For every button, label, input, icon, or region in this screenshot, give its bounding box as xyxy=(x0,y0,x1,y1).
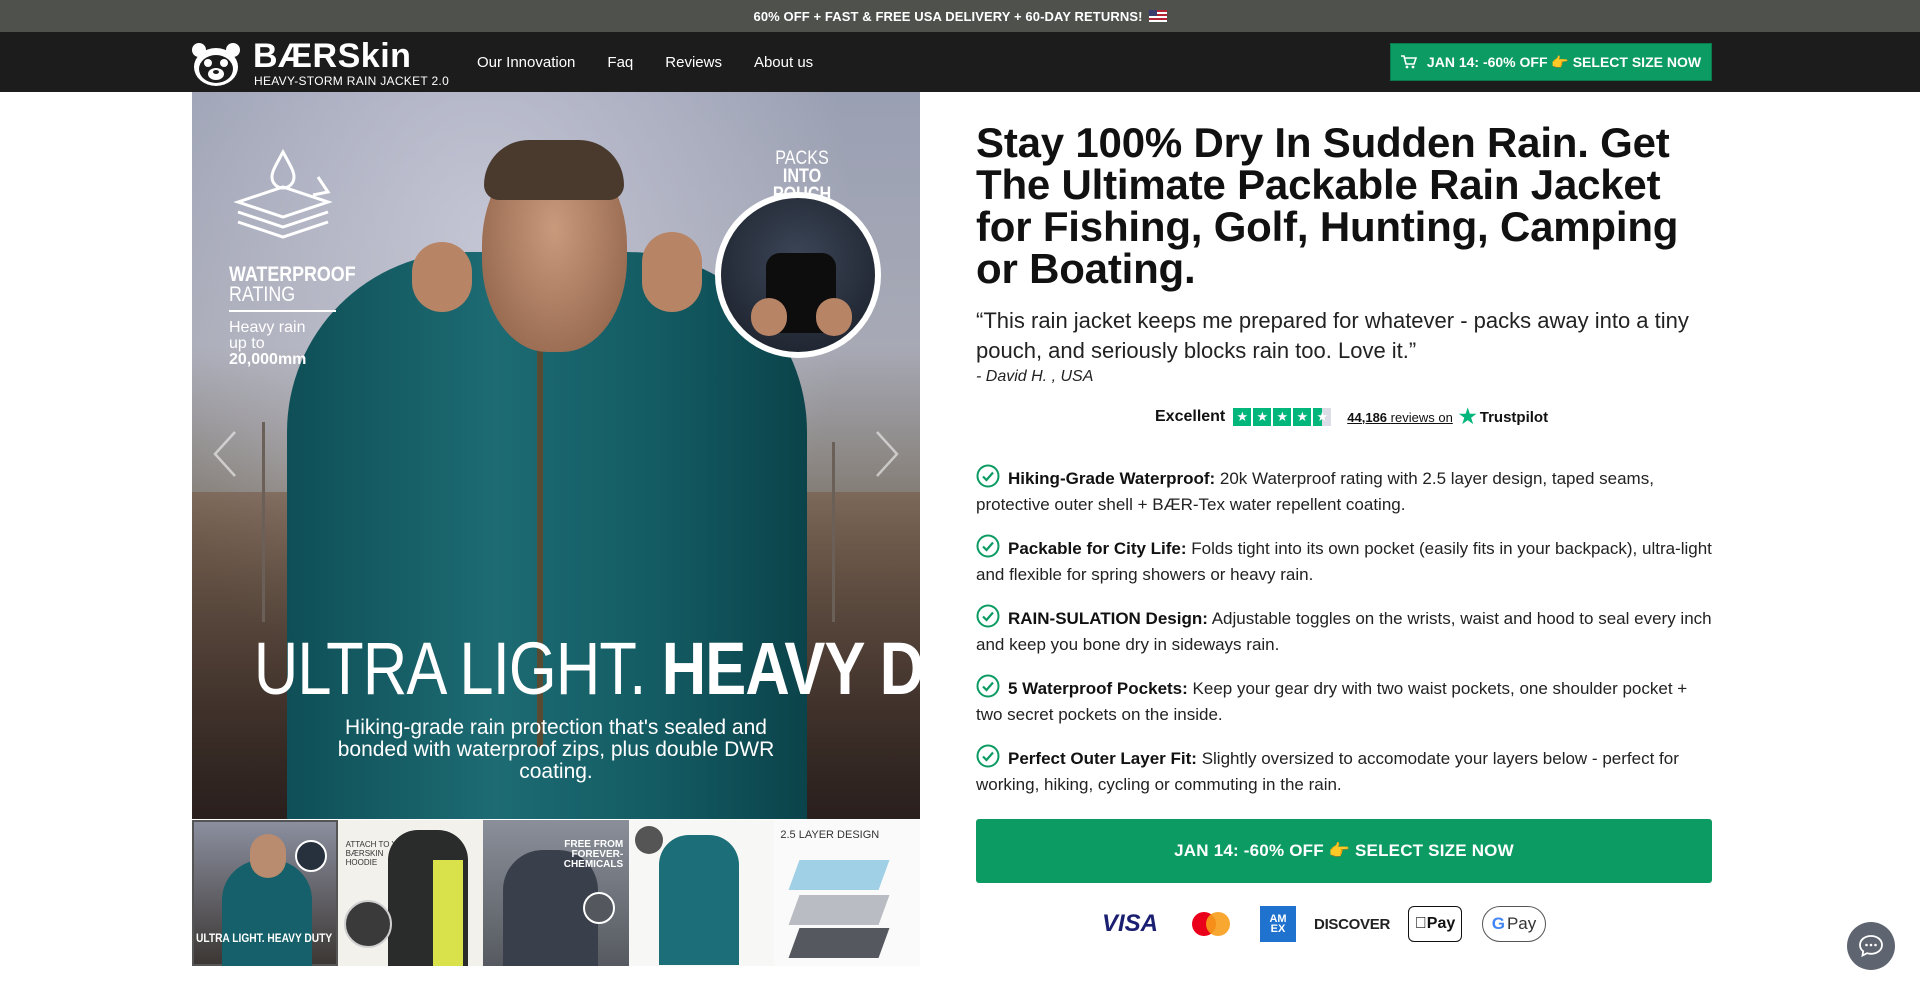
check-circle-icon xyxy=(976,534,1000,558)
chat-icon xyxy=(1859,935,1883,958)
promo-text: 60% OFF + FAST & FREE USA DELIVERY + 60-… xyxy=(753,8,1143,24)
visa-icon: VISA xyxy=(1101,910,1158,937)
quote-author: - David H. , USA xyxy=(976,368,1094,385)
product-main-image: WATERPROOF RATING Heavy rain up to 20,00… xyxy=(192,92,920,819)
navbar: BÆRSkin HEAVY-STORM RAIN JACKET 2.0 Our … xyxy=(0,32,1920,92)
boat-mast xyxy=(262,422,265,622)
trustpilot-stars: ★ ★ ★ ★ ★ xyxy=(1233,408,1332,426)
image-headline: ULTRA LIGHT. HEAVY DUTY xyxy=(254,632,920,706)
select-size-button[interactable]: JAN 14: -60% OFF 👉 SELECT SIZE NOW xyxy=(976,819,1712,883)
thumbnail-4[interactable] xyxy=(628,820,775,966)
star-icon: ★ xyxy=(1273,408,1292,426)
detail-inset xyxy=(634,826,663,854)
brand-subtitle: HEAVY-STORM RAIN JACKET 2.0 xyxy=(254,74,450,88)
chat-button[interactable] xyxy=(1847,922,1895,970)
bear-logo-icon xyxy=(192,43,240,86)
product-title: Stay 100% Dry In Sudden Rain. Get The Ul… xyxy=(976,119,1679,292)
feature-title: RAIN-SULATION Design: xyxy=(1008,609,1208,628)
jacket-figure xyxy=(658,835,739,965)
check-circle-icon xyxy=(976,464,1000,488)
promo-bar: 60% OFF + FAST & FREE USA DELIVERY + 60-… xyxy=(0,0,1920,32)
check-circle-icon xyxy=(976,674,1000,698)
waterproof-value: 20,000mm xyxy=(229,351,307,368)
nav-reviews[interactable]: Reviews xyxy=(665,54,722,71)
nav-about-us[interactable]: About us xyxy=(754,54,813,71)
waterproof-title-2: RATING xyxy=(229,283,296,306)
feature-item: Packable for City Life: Folds tight into… xyxy=(976,534,1716,588)
logo[interactable]: BÆRSkin HEAVY-STORM RAIN JACKET 2.0 xyxy=(190,37,450,89)
check-circle-icon xyxy=(976,744,1000,768)
star-icon: ★ xyxy=(1233,408,1252,426)
brand-name: BÆRSkin xyxy=(253,37,412,75)
waterproof-text: Heavy rain up to 20,000mm xyxy=(229,320,319,368)
feature-title: Perfect Outer Layer Fit: xyxy=(1008,749,1197,768)
pouch-inset-image xyxy=(715,192,881,358)
model-hair xyxy=(484,140,624,200)
thumbnail-5[interactable]: 2.5 LAYER DESIGN xyxy=(774,820,920,966)
main-nav: Our Innovation Faq Reviews About us xyxy=(477,32,813,92)
header-cta-label: JAN 14: -60% OFF 👉 SELECT SIZE NOW xyxy=(1426,53,1702,70)
check-circle-icon xyxy=(976,604,1000,628)
trustpilot-rating-word: Excellent xyxy=(1155,408,1226,425)
headline-bold: HEAVY DUTY xyxy=(661,627,920,710)
layer-graphic xyxy=(788,895,890,925)
star-half-icon: ★ xyxy=(1313,408,1332,426)
thumbnail-caption: ULTRA LIGHT. HEAVY DUTY xyxy=(196,931,333,945)
star-icon: ★ xyxy=(1253,408,1272,426)
customer-quote: “This rain jacket keeps me prepared for … xyxy=(976,308,1689,363)
nav-our-innovation[interactable]: Our Innovation xyxy=(477,54,575,71)
waterproof-title: WATERPROOF xyxy=(229,263,356,286)
google-pay-icon: G Pay xyxy=(1482,906,1546,942)
trustpilot-review-count[interactable]: 44,186 reviews on xyxy=(1347,410,1453,425)
mastercard-icon xyxy=(1180,906,1240,942)
boat-mast xyxy=(832,442,835,622)
thumbnail-1[interactable]: ULTRA LIGHT. HEAVY DUTY xyxy=(192,820,338,966)
hand-left xyxy=(412,242,472,312)
thumbnail-3[interactable]: FREE FROM FOREVER-CHEMICALS xyxy=(483,820,629,966)
header-cta-button[interactable]: JAN 14: -60% OFF 👉 SELECT SIZE NOW xyxy=(1390,43,1712,81)
divider xyxy=(229,310,336,312)
waterproof-layers-icon xyxy=(233,148,333,239)
layer-graphic xyxy=(788,928,890,958)
feature-title: Hiking-Grade Waterproof: xyxy=(1008,469,1216,488)
trustpilot-logo: ★ Trustpilot xyxy=(1458,406,1549,428)
thumbnail-caption: 2.5 LAYER DESIGN xyxy=(780,829,880,841)
us-flag-icon xyxy=(1148,10,1167,22)
hand-right xyxy=(642,232,702,312)
trustpilot-star-icon: ★ xyxy=(1458,406,1477,428)
discover-icon: DISCOVER xyxy=(1314,915,1390,933)
chevron-left-icon[interactable] xyxy=(210,429,240,479)
feature-item: RAIN-SULATION Design: Adjustable toggles… xyxy=(976,604,1716,658)
cart-icon xyxy=(1400,55,1417,69)
feature-title: Packable for City Life: xyxy=(1008,539,1187,558)
hoodie-figure xyxy=(432,860,463,966)
chevron-right-icon[interactable] xyxy=(872,429,902,479)
apple-icon:  xyxy=(1415,915,1427,933)
feature-item: Hiking-Grade Waterproof: 20k Waterproof … xyxy=(976,464,1716,518)
amex-icon: AM EX xyxy=(1260,906,1296,942)
apple-pay-icon: Pay xyxy=(1408,906,1462,942)
feature-item: 5 Waterproof Pockets: Keep your gear dry… xyxy=(976,674,1716,728)
waterproof-line-2: up to xyxy=(229,335,265,352)
detail-inset xyxy=(583,892,616,924)
nav-faq[interactable]: Faq xyxy=(607,54,633,71)
trustpilot-widget[interactable]: Excellent ★ ★ ★ ★ ★ 44,186 reviews on ★ T… xyxy=(1155,405,1548,429)
headline-light: ULTRA LIGHT. xyxy=(253,627,646,710)
thumbnail-strip: ULTRA LIGHT. HEAVY DUTY ATTACH TO YOUR B… xyxy=(192,820,920,966)
model-head xyxy=(250,834,286,878)
pouch-inset xyxy=(295,840,327,872)
hand-right xyxy=(816,298,852,336)
feature-title: 5 Waterproof Pockets: xyxy=(1008,679,1188,698)
feature-list: Hiking-Grade Waterproof: 20k Waterproof … xyxy=(976,464,1716,814)
image-caption: Hiking-grade rain protection that's seal… xyxy=(337,716,775,783)
star-icon: ★ xyxy=(1293,408,1312,426)
feature-item: Perfect Outer Layer Fit: Slightly oversi… xyxy=(976,744,1716,798)
waterproof-line-1: Heavy rain xyxy=(229,319,306,336)
payment-methods: VISA AMEX DISCOVER Pay GPay xyxy=(1100,905,1546,943)
thumbnail-2[interactable]: ATTACH TO YOUR BÆRSKIN HOODIE xyxy=(337,820,484,966)
detail-inset xyxy=(343,900,392,948)
hand-left xyxy=(751,298,787,336)
layer-graphic xyxy=(788,860,890,890)
thumbnail-caption: FREE FROM FOREVER-CHEMICALS xyxy=(563,839,624,870)
